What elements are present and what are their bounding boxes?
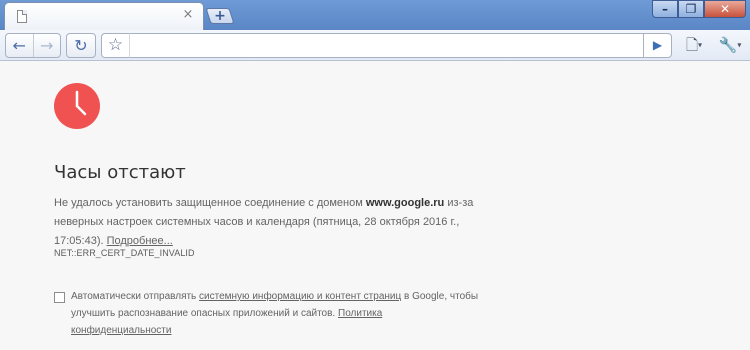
tab-close-icon[interactable]: × [181, 8, 195, 22]
clock-icon [54, 83, 100, 129]
title-bar: × + – ❐ ✕ [0, 0, 750, 30]
restore-button[interactable]: ❐ [678, 0, 704, 18]
error-code: NET::ERR_CERT_DATE_INVALID [54, 248, 195, 258]
bookmark-star-icon[interactable]: ☆ [101, 33, 129, 58]
page-icon [17, 10, 27, 23]
browser-tab[interactable]: × [4, 2, 204, 30]
new-tab-button[interactable]: + [205, 8, 235, 24]
page-menu-button[interactable]: 🗋▾ [679, 33, 709, 58]
back-button[interactable]: ← [6, 34, 33, 57]
send-info-checkbox[interactable] [54, 292, 65, 303]
details-link[interactable]: Подробнее... [107, 235, 173, 247]
page-menu-icon: 🗋 [685, 36, 699, 54]
chevron-down-icon: ▾ [698, 40, 703, 50]
close-window-button[interactable]: ✕ [704, 0, 746, 18]
wrench-icon: 🔧 [718, 36, 738, 54]
browser-toolbar: ← → ↻ ☆ ▶ 🗋▾ 🔧▾ [0, 30, 750, 61]
nav-buttons: ← → [5, 33, 61, 58]
error-page: Часы отстают Не удалось установить защищ… [0, 62, 750, 350]
settings-menu-button[interactable]: 🔧▾ [714, 33, 746, 58]
page-title: Часы отстают [54, 162, 186, 183]
forward-button[interactable]: → [32, 34, 61, 57]
address-bar[interactable] [129, 33, 644, 58]
message-text: Не удалось установить защищенное соедине… [54, 197, 366, 209]
reload-button[interactable]: ↻ [66, 33, 96, 58]
error-message: Не удалось установить защищенное соедине… [54, 194, 474, 251]
optin-text: Автоматически отправлять [71, 291, 200, 302]
domain-name: www.google.ru [365, 197, 445, 209]
system-info-link[interactable]: системную информацию и контент страниц [199, 291, 401, 302]
send-info-label: Автоматически отправлять системную инфор… [71, 288, 481, 339]
window-controls: – ❐ ✕ [652, 0, 746, 20]
minimize-button[interactable]: – [652, 0, 678, 18]
chevron-down-icon: ▾ [737, 40, 742, 50]
plus-icon: + [214, 8, 226, 24]
go-button[interactable]: ▶ [644, 33, 672, 58]
